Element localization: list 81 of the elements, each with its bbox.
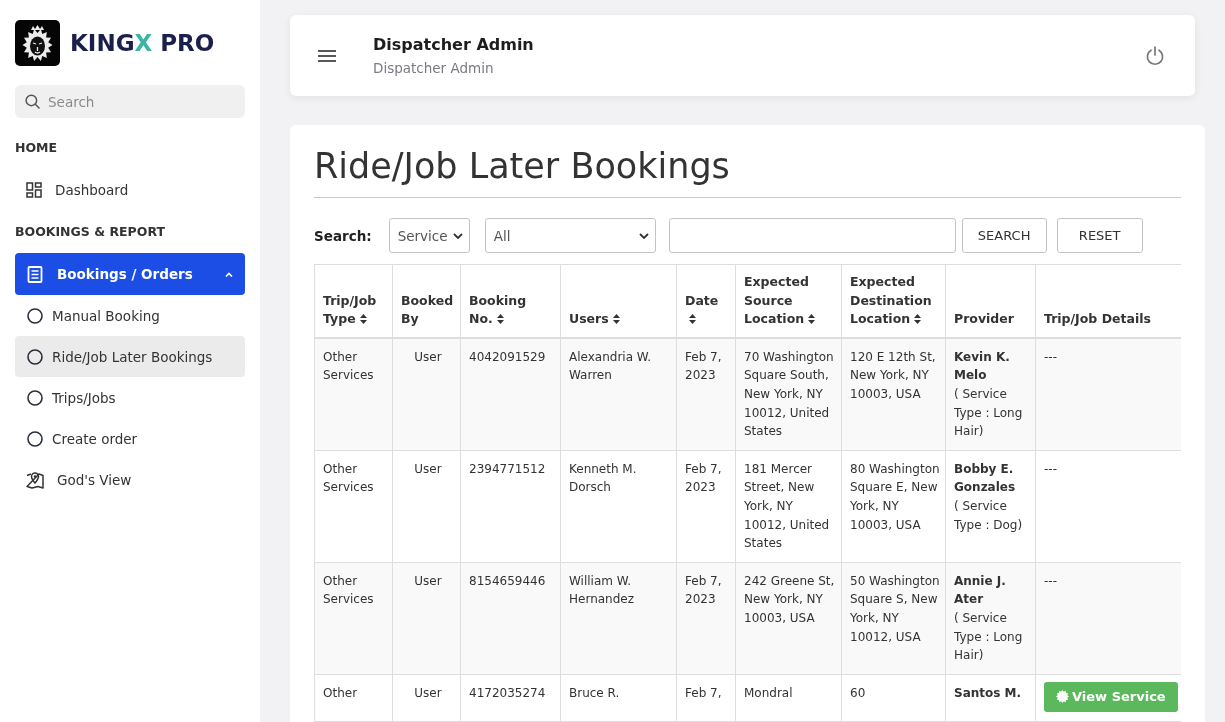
table-cell: 80 Washington Square E, New York, NY 10003, USA [841, 450, 946, 563]
map-pin-icon [26, 470, 44, 489]
nav-subitem[interactable]: Ride/Job Later Bookings [15, 336, 245, 377]
service-type-text: ( Service Type : Long Hair) [954, 609, 1024, 665]
table-cell: 2394771512 [460, 450, 561, 563]
table-cell: User [392, 562, 461, 675]
power-icon[interactable] [1145, 45, 1165, 66]
table-cell: 50 Washington Square S, New York, NY 10012, USA [841, 562, 946, 675]
section-heading: HOME [15, 140, 59, 156]
table-cell: 242 Greene St, New York, NY 10003, USA [735, 562, 842, 675]
badge-icon [1056, 690, 1069, 704]
table-cell: Other Services [314, 562, 393, 675]
search-field[interactable]: Search [15, 85, 245, 118]
provider-name: Kevin K. Melo [954, 348, 1011, 385]
table-cell: User [392, 337, 461, 451]
nav-subitem[interactable]: Create order [15, 418, 245, 459]
circle-icon [27, 389, 43, 406]
document-icon [27, 265, 43, 283]
table-cell: 4172035274 [460, 674, 561, 722]
circle-icon [27, 348, 43, 365]
sort-icon [914, 314, 922, 325]
search-label: Search: [314, 227, 372, 244]
table-cell: 4042091529 [460, 337, 561, 451]
filter-button[interactable]: RESET [1056, 218, 1143, 253]
filter-button[interactable]: SEARCH [961, 218, 1047, 253]
table-cell: 60 [841, 674, 946, 722]
service-type-text: ( Service Type : Long Hair) [954, 385, 1024, 441]
menu-icon[interactable] [318, 49, 336, 62]
table-cell: --- [1035, 337, 1181, 451]
table-cell: Other Services [314, 337, 393, 451]
column-header: Trip/Job Details [1044, 310, 1152, 329]
provider-name: Annie J. Ater [954, 572, 1007, 609]
table-cell: 8154659446 [460, 562, 561, 675]
chevron-down-icon [452, 232, 463, 239]
section-heading: BOOKINGS & REPORT [15, 224, 166, 240]
provider-name: Bobby E. Gonzales [954, 460, 1017, 497]
table-cell: Feb 7, 2023 [676, 450, 736, 563]
user-role: Dispatcher Admin [373, 58, 494, 78]
table-cell: Feb 7, [676, 674, 736, 722]
table-cell: Feb 7, 2023 [676, 337, 736, 451]
table-cell: Alexandria W. Warren [560, 337, 677, 451]
sort-icon [496, 314, 504, 325]
table-cell: Kenneth M. Dorsch [560, 450, 677, 563]
table-cell: --- [1035, 450, 1181, 563]
brand-name: KINGX PRO [70, 30, 215, 56]
logo-icon [15, 20, 60, 66]
table-cell: User [392, 450, 461, 563]
nav-group[interactable]: Bookings / Orders [15, 253, 245, 295]
column-header: Provider [954, 310, 1015, 329]
table-cell: Other [314, 674, 393, 722]
search-icon [25, 94, 40, 109]
table-cell: 181 Mercer Street, New York, NY 10012, United States [735, 450, 842, 563]
chevron-down-icon [638, 232, 649, 239]
dropdown[interactable]: All [484, 218, 656, 253]
table-cell: William W. Hernandez [560, 562, 677, 675]
table-cell: --- [1035, 562, 1181, 675]
dropdown[interactable]: Service [388, 218, 470, 253]
nav-item[interactable]: God's View [15, 459, 245, 500]
dashboard-grid-icon [26, 181, 42, 198]
table-cell: 120 E 12th St, New York, NY 10003, USA [841, 337, 946, 451]
table-cell: 70 Washington Square South, New York, NY 10012, United States [735, 337, 842, 451]
table-cell: Feb 7, 2023 [676, 562, 736, 675]
user-name: Dispatcher Admin [373, 33, 534, 56]
search-input[interactable] [668, 218, 956, 253]
table-cell: Bruce R. [560, 674, 677, 722]
service-type-text: ( Service Type : Dog) [954, 497, 1024, 534]
sort-icon [689, 314, 696, 325]
sort-icon [808, 314, 816, 325]
nav-subitem[interactable]: Manual Booking [15, 295, 245, 336]
table-cell: Mondral [735, 674, 842, 722]
nav-item[interactable]: Dashboard [15, 169, 245, 210]
provider-name: Santos M. [954, 684, 1023, 702]
page-title: Ride/Job Later Bookings [314, 143, 1181, 198]
column-header: Booked By [401, 291, 454, 329]
nav-subitem[interactable]: Trips/Jobs [15, 377, 245, 418]
sort-icon [359, 314, 367, 325]
circle-icon [27, 430, 43, 447]
table-cell: Other Services [314, 450, 393, 563]
circle-icon [27, 307, 43, 324]
table-cell: User [392, 674, 461, 722]
sort-icon [612, 314, 620, 325]
